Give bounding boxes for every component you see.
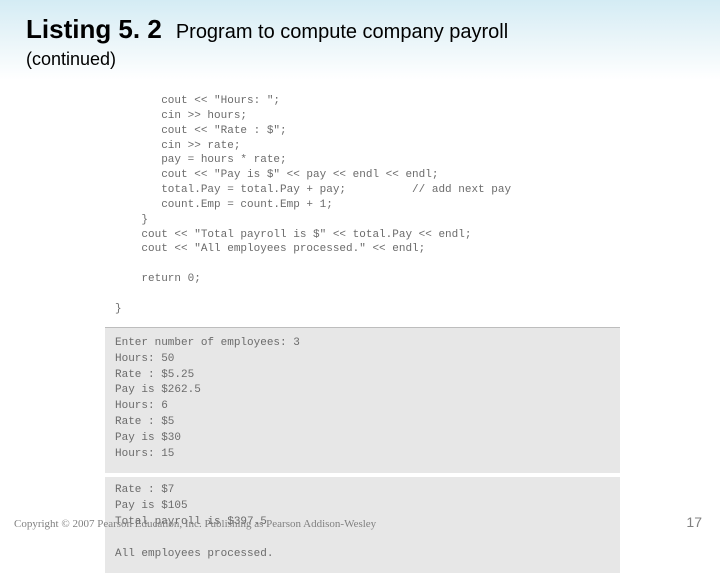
program-output-1: Enter number of employees: 3 Hours: 50 R…	[105, 327, 620, 474]
title-row: Listing 5. 2 Program to compute company …	[0, 0, 720, 45]
continued-label: (continued)	[0, 45, 720, 70]
code-figure: cout << "Hours: "; cin >> hours; cout <<…	[105, 88, 620, 573]
listing-number: Listing 5. 2	[26, 14, 162, 45]
listing-description: Program to compute company payroll	[176, 21, 508, 44]
copyright-text: Copyright © 2007 Pearson Education, Inc.…	[14, 518, 376, 530]
source-code: cout << "Hours: "; cin >> hours; cout <<…	[105, 88, 620, 327]
page-number: 17	[686, 514, 702, 530]
